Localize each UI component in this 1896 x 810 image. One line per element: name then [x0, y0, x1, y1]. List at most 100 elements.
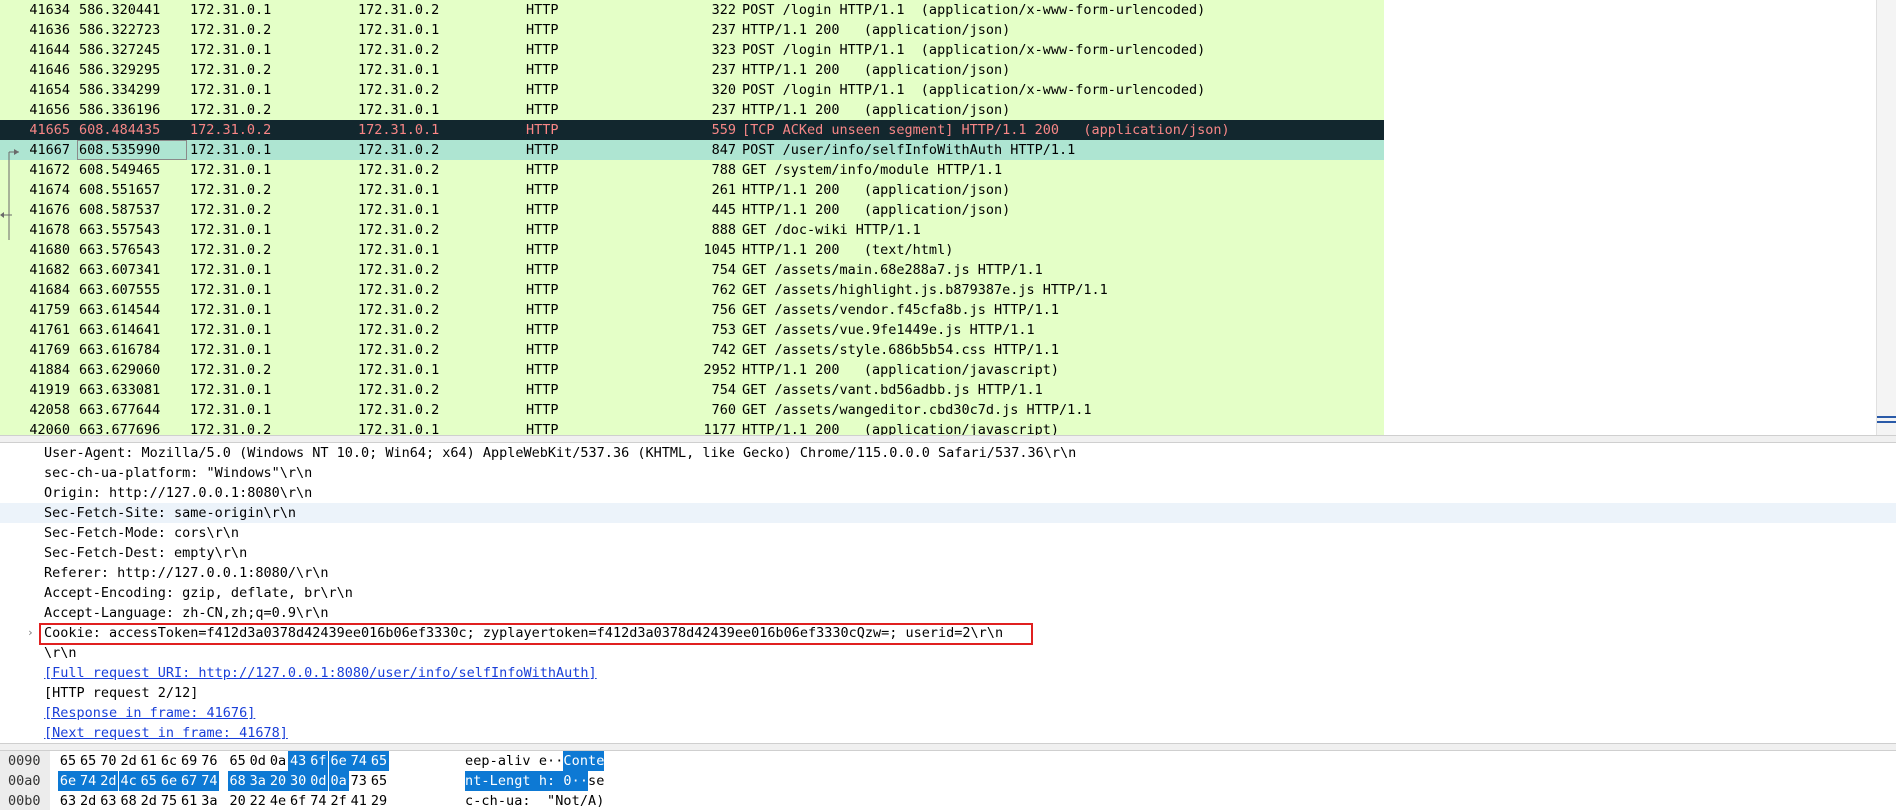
- ascii-char[interactable]: -: [490, 751, 498, 771]
- packet-row[interactable]: 41665 608.484435 172.31.0.2 172.31.0.1 HTTP 5…: [0, 120, 1384, 140]
- detail-row[interactable]: Sec-Fetch-Mode: cors\r\n: [0, 523, 1896, 543]
- ascii-char[interactable]: u: [506, 791, 514, 810]
- ascii-char[interactable]: -: [481, 771, 490, 791]
- hex-byte[interactable]: 6c: [159, 751, 179, 771]
- hex-byte[interactable]: 0a: [268, 751, 288, 771]
- hex-byte[interactable]: 43: [288, 751, 309, 771]
- hex-byte[interactable]: 2d: [139, 791, 159, 810]
- hex-byte[interactable]: 6e: [159, 771, 179, 791]
- ascii-char[interactable]: h: [490, 791, 498, 810]
- packet-row[interactable]: 41667 608.535990 172.31.0.1 172.31.0.2 HTTP 8…: [0, 140, 1384, 160]
- ascii-char[interactable]: [531, 791, 539, 810]
- ascii-char[interactable]: e: [497, 771, 506, 791]
- detail-row[interactable]: Sec-Fetch-Dest: empty\r\n: [0, 543, 1896, 563]
- detail-row[interactable]: [HTTP request 2/12]: [0, 683, 1896, 703]
- ascii-char[interactable]: ": [547, 791, 555, 810]
- ascii-char[interactable]: n: [465, 771, 474, 791]
- packet-bytes-pane[interactable]: 0090 65 65 70 2d 61 6c 69 76 65 0d 0a 43 6f 6e 74 65 e e p -…: [0, 751, 1896, 810]
- pane-splitter[interactable]: [0, 743, 1896, 751]
- hex-byte[interactable]: 68: [227, 771, 248, 791]
- ascii-char[interactable]: e: [465, 751, 473, 771]
- ascii-char[interactable]: a: [514, 791, 522, 810]
- ascii-char[interactable]: [539, 791, 547, 810]
- ascii-char[interactable]: t: [473, 771, 482, 791]
- hex-byte[interactable]: 73: [349, 771, 369, 791]
- ascii-char[interactable]: e: [596, 751, 605, 771]
- ascii-char[interactable]: p: [481, 751, 489, 771]
- hex-byte[interactable]: 20: [268, 771, 288, 791]
- hex-byte[interactable]: 65: [58, 751, 78, 771]
- detail-link[interactable]: [Response in frame: 41676]: [44, 703, 255, 723]
- pane-splitter[interactable]: [0, 435, 1896, 443]
- packet-row[interactable]: 41654 586.334299 172.31.0.1 172.31.0.2 HTTP 3…: [0, 80, 1384, 100]
- ascii-char[interactable]: a: [498, 751, 506, 771]
- hex-byte[interactable]: 6f: [288, 791, 308, 810]
- hex-byte[interactable]: 67: [179, 771, 200, 791]
- detail-row[interactable]: [Response in frame: 41676]: [0, 703, 1896, 723]
- hex-byte[interactable]: 0d: [308, 771, 329, 791]
- hex-byte[interactable]: 3a: [199, 791, 219, 810]
- detail-row[interactable]: User-Agent: Mozilla/5.0 (Windows NT 10.0…: [0, 443, 1896, 463]
- ascii-char[interactable]: c: [465, 791, 473, 810]
- detail-row[interactable]: \r\n: [0, 643, 1896, 663]
- hex-byte[interactable]: 0a: [328, 771, 349, 791]
- detail-row[interactable]: Referer: http://127.0.0.1:8080/\r\n: [0, 563, 1896, 583]
- detail-row[interactable]: sec-ch-ua-platform: "Windows"\r\n: [0, 463, 1896, 483]
- ascii-char[interactable]: :: [522, 791, 530, 810]
- hex-byte[interactable]: 68: [119, 791, 139, 810]
- packet-row[interactable]: 42060 663.677696 172.31.0.2 172.31.0.1 HTTP 1…: [0, 420, 1384, 435]
- ascii-char[interactable]: [531, 751, 539, 771]
- hex-byte[interactable]: 2d: [78, 791, 98, 810]
- packet-row[interactable]: 41636 586.322723 172.31.0.2 172.31.0.1 HTTP 2…: [0, 20, 1384, 40]
- hex-byte[interactable]: 69: [179, 751, 199, 771]
- packet-row[interactable]: 41759 663.614544 172.31.0.1 172.31.0.2 HTTP 7…: [0, 300, 1384, 320]
- packet-row[interactable]: 41919 663.633081 172.31.0.1 172.31.0.2 HTTP 7…: [0, 380, 1384, 400]
- hex-byte[interactable]: 70: [98, 751, 118, 771]
- packet-row[interactable]: 41680 663.576543 172.31.0.2 172.31.0.1 HTTP 1…: [0, 240, 1384, 260]
- hex-byte[interactable]: 4e: [268, 791, 288, 810]
- hex-byte[interactable]: 63: [58, 791, 78, 810]
- packet-row[interactable]: 41634 586.320441 172.31.0.1 172.31.0.2 HTTP 3…: [0, 0, 1384, 20]
- detail-row[interactable]: Accept-Encoding: gzip, deflate, br\r\n: [0, 583, 1896, 603]
- hex-byte[interactable]: 2d: [98, 771, 119, 791]
- ascii-char[interactable]: c: [481, 791, 489, 810]
- packet-row[interactable]: 41674 608.551657 172.31.0.2 172.31.0.1 HTTP 2…: [0, 180, 1384, 200]
- ascii-char[interactable]: -: [498, 791, 506, 810]
- ascii-char[interactable]: g: [514, 771, 523, 791]
- hex-byte[interactable]: 20: [228, 791, 248, 810]
- packet-row[interactable]: 41682 663.607341 172.31.0.1 172.31.0.2 HTTP 7…: [0, 260, 1384, 280]
- ascii-char[interactable]: i: [514, 751, 522, 771]
- hex-byte[interactable]: 2d: [119, 751, 139, 771]
- hex-byte[interactable]: 0d: [248, 751, 268, 771]
- byte-row[interactable]: 0090 65 65 70 2d 61 6c 69 76 65 0d 0a 43 6f 6e 74 65 e e p -…: [0, 751, 1896, 771]
- hex-byte[interactable]: 4c: [118, 771, 139, 791]
- byte-row[interactable]: 00b0 63 2d 63 68 2d 75 61 3a 20 22 4e 6f 74 2f 41 29 c - c h…: [0, 791, 1896, 810]
- detail-link[interactable]: [Next request in frame: 41678]: [44, 723, 288, 743]
- hex-byte[interactable]: 65: [78, 751, 98, 771]
- packet-row[interactable]: 42058 663.677644 172.31.0.1 172.31.0.2 HTTP 7…: [0, 400, 1384, 420]
- ascii-char[interactable]: t: [572, 791, 580, 810]
- packet-row[interactable]: 41656 586.336196 172.31.0.2 172.31.0.1 HTTP 2…: [0, 100, 1384, 120]
- detail-row[interactable]: Sec-Fetch-Site: same-origin\r\n: [0, 503, 1896, 523]
- ascii-char[interactable]: e: [596, 771, 604, 791]
- ascii-char[interactable]: ·: [555, 751, 563, 771]
- hex-byte[interactable]: 74: [348, 751, 369, 771]
- ascii-char[interactable]: e: [539, 751, 547, 771]
- ascii-char[interactable]: t: [588, 751, 597, 771]
- ascii-char[interactable]: e: [473, 751, 481, 771]
- ascii-char[interactable]: :: [547, 771, 556, 791]
- hex-byte[interactable]: 74: [199, 771, 220, 791]
- ascii-char[interactable]: [555, 771, 564, 791]
- hex-byte[interactable]: 2f: [329, 791, 349, 810]
- packet-row[interactable]: 41761 663.614641 172.31.0.1 172.31.0.2 HTTP 7…: [0, 320, 1384, 340]
- ascii-char[interactable]: s: [588, 771, 596, 791]
- packet-row[interactable]: 41672 608.549465 172.31.0.1 172.31.0.2 HTTP 7…: [0, 160, 1384, 180]
- hex-byte[interactable]: 6e: [58, 771, 78, 791]
- hex-byte[interactable]: 65: [138, 771, 159, 791]
- detail-row[interactable]: Origin: http://127.0.0.1:8080\r\n: [0, 483, 1896, 503]
- detail-link[interactable]: [Full request URI: http://127.0.0.1:8080…: [44, 663, 597, 683]
- ascii-char[interactable]: -: [473, 791, 481, 810]
- hex-byte[interactable]: 65: [369, 771, 389, 791]
- hex-byte[interactable]: 22: [248, 791, 268, 810]
- ascii-char[interactable]: C: [563, 751, 572, 771]
